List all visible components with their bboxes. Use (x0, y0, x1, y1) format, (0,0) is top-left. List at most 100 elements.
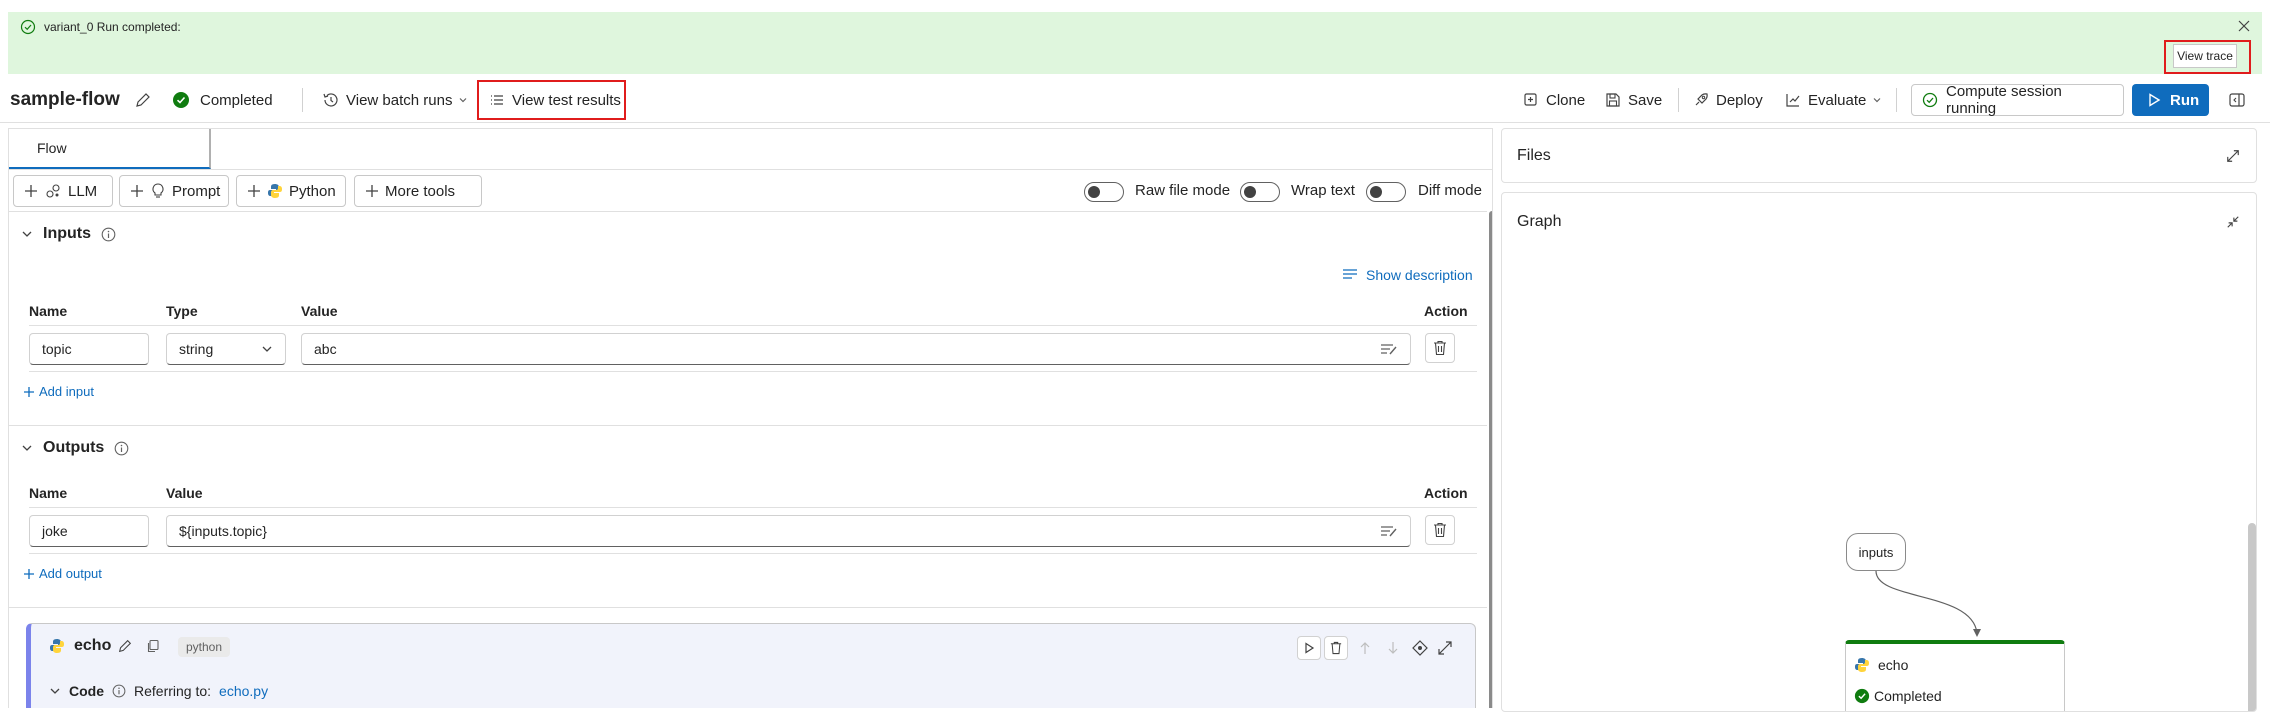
play-icon (2146, 92, 2162, 108)
graph-echo-node[interactable]: echo Completed (1845, 640, 2065, 711)
delete-node-button[interactable] (1324, 636, 1348, 660)
trash-icon (1330, 641, 1342, 655)
python-icon (267, 183, 283, 199)
wrap-text-label: Wrap text (1291, 182, 1355, 199)
row-divider (29, 553, 1477, 554)
row-divider (29, 371, 1477, 372)
run-button[interactable]: Run (2132, 84, 2209, 116)
raw-file-mode-label: Raw file mode (1135, 182, 1231, 199)
show-description-link[interactable]: Show description (1342, 267, 1473, 283)
add-output-label: Add output (39, 566, 102, 581)
diff-mode-label: Diff mode (1418, 182, 1482, 199)
chevron-down-icon (458, 95, 468, 105)
plus-icon (23, 386, 35, 398)
text-edit-icon[interactable] (1380, 524, 1398, 538)
edit-pencil-icon[interactable] (134, 91, 152, 109)
graph-echo-label: echo (1878, 657, 1909, 673)
panel-toggle-icon (2228, 91, 2246, 109)
deploy-icon (1692, 91, 1710, 109)
prompt-label: Prompt (172, 182, 221, 200)
check-circle-icon (20, 19, 36, 35)
compute-session-button[interactable]: Compute session running (1911, 83, 2124, 117)
add-llm-button[interactable]: LLM (13, 175, 113, 207)
info-icon (114, 441, 129, 456)
code-section-header[interactable]: Code Referring to: echo.py (49, 683, 268, 699)
status-label: Completed (200, 91, 273, 109)
copy-icon[interactable] (146, 639, 160, 653)
graph-title: Graph (1517, 213, 1562, 230)
evaluate-button[interactable]: Evaluate (1784, 78, 1882, 122)
inputs-section-header[interactable]: Inputs (21, 225, 116, 243)
output-name-field[interactable]: joke (29, 515, 149, 547)
clone-label: Clone (1546, 91, 1586, 109)
chevron-down-icon (21, 442, 33, 454)
graph-edge (1875, 571, 1981, 637)
code-file-link[interactable]: echo.py (219, 683, 268, 699)
add-python-button[interactable]: Python (236, 175, 346, 207)
plus-icon (247, 184, 261, 198)
outputs-section-header[interactable]: Outputs (21, 439, 129, 457)
input-type-value: string (179, 341, 214, 357)
tab-divider (9, 169, 1492, 170)
python-label: Python (289, 182, 336, 200)
add-prompt-button[interactable]: Prompt (119, 175, 229, 207)
delete-input-button[interactable] (1425, 333, 1455, 363)
diff-mode-toggle[interactable] (1366, 182, 1406, 202)
input-type-select[interactable]: string (166, 333, 286, 365)
view-batch-runs-button[interactable]: View batch runs (322, 78, 468, 122)
deploy-button[interactable]: Deploy (1692, 78, 1763, 122)
arrow-down-icon[interactable] (1387, 641, 1399, 655)
node-name: echo (74, 637, 112, 654)
add-output-button[interactable]: Add output (23, 566, 102, 581)
play-icon (1303, 642, 1315, 654)
plus-icon (130, 184, 144, 198)
python-icon (1854, 657, 1870, 673)
tab-flow[interactable]: Flow (9, 129, 211, 169)
graph-panel: Graph inputs echo Completed (1501, 192, 2257, 712)
plus-icon (24, 184, 38, 198)
code-label: Code (69, 683, 104, 699)
status-indicator: Completed (172, 78, 273, 122)
check-circle-icon (1922, 92, 1938, 108)
output-value-field[interactable]: ${inputs.topic} (166, 515, 1411, 547)
collapse-icon[interactable] (2226, 215, 2240, 229)
run-node-button[interactable] (1297, 636, 1321, 660)
add-input-button[interactable]: Add input (23, 384, 94, 399)
plus-icon (23, 568, 35, 580)
input-name-field[interactable]: topic (29, 333, 149, 365)
add-more-tools-button[interactable]: More tools (354, 175, 482, 207)
locate-node-icon[interactable] (1412, 640, 1428, 656)
referring-to-label: Referring to: (134, 683, 212, 699)
toolbar-divider (1896, 88, 1897, 112)
graph-scrollbar[interactable] (2248, 523, 2256, 711)
expand-icon[interactable] (2226, 149, 2240, 163)
outputs-col-action: Action (1424, 485, 1468, 501)
edit-pencil-icon[interactable] (117, 638, 133, 654)
text-edit-icon[interactable] (1380, 342, 1398, 356)
text-description-icon (1342, 268, 1358, 282)
chevron-down-icon (261, 343, 273, 355)
save-button[interactable]: Save (1604, 78, 1662, 122)
graph-inputs-node[interactable]: inputs (1846, 533, 1906, 571)
more-tools-label: More tools (385, 182, 456, 200)
lightbulb-icon (150, 182, 166, 200)
output-value-text: ${inputs.topic} (179, 523, 267, 539)
editor-scrollbar[interactable] (1489, 211, 1492, 708)
flow-editor-panel: Flow LLM Prompt Python More tools Raw fi… (8, 128, 1493, 708)
wrap-text-toggle[interactable] (1240, 182, 1280, 202)
raw-file-mode-toggle[interactable] (1084, 182, 1124, 202)
collapse-panel-button[interactable] (2228, 78, 2246, 122)
arrow-up-icon[interactable] (1359, 641, 1371, 655)
notification-message: variant_0 Run completed: (44, 20, 181, 34)
expand-icon[interactable] (1437, 640, 1453, 656)
clone-button[interactable]: Clone (1522, 78, 1585, 122)
input-value-field[interactable]: abc (301, 333, 1411, 365)
echo-node-card[interactable]: echo python Code Referring to: echo.py (26, 623, 1476, 708)
evaluate-label: Evaluate (1808, 91, 1867, 109)
delete-output-button[interactable] (1425, 515, 1455, 545)
inputs-col-name: Name (29, 303, 68, 319)
close-icon[interactable] (2238, 20, 2250, 32)
flow-title: sample-flow (10, 89, 120, 110)
evaluate-icon (1784, 91, 1802, 109)
toolbar-bottom-border (0, 122, 2270, 123)
